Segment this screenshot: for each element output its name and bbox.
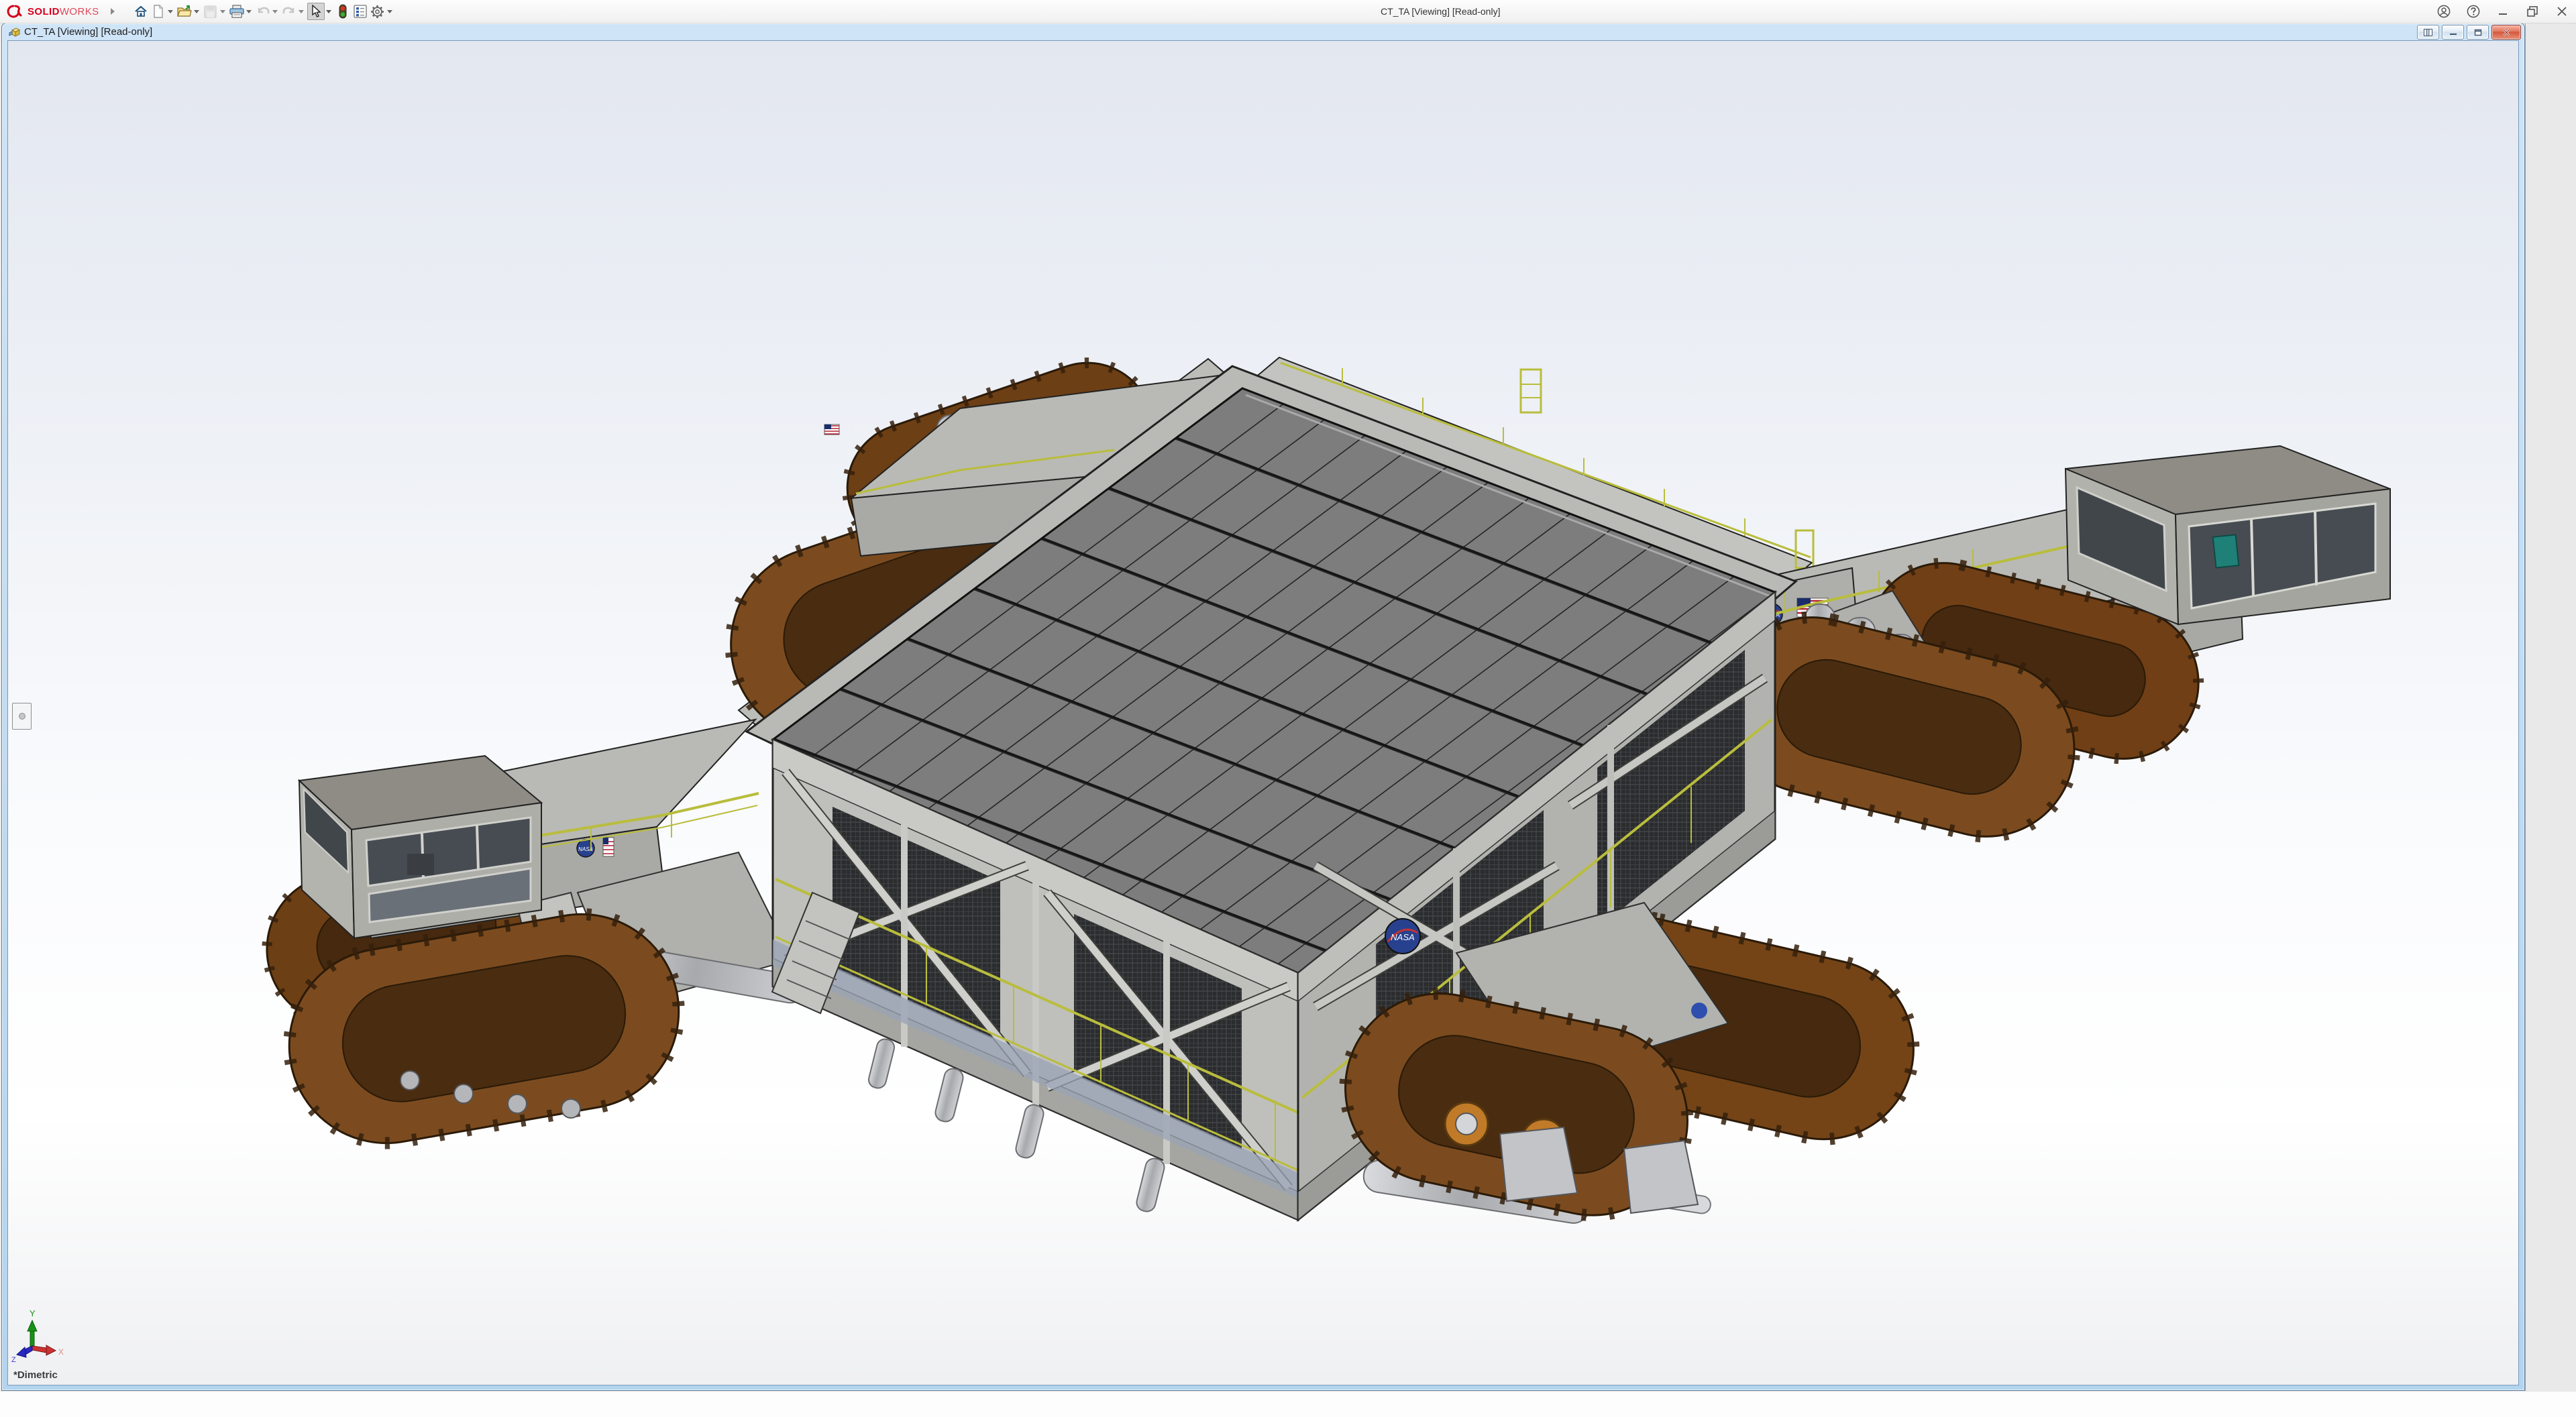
splitter-dot-icon (18, 713, 25, 720)
document-window: CT_TA [Viewing] [Read-only] NASA NASA Y … (1, 23, 2525, 1391)
3ds-logo-icon (7, 5, 22, 18)
featuremanager-splitter-handle[interactable] (12, 703, 32, 730)
document-titlebar[interactable]: CT_TA [Viewing] [Read-only] (2, 23, 2524, 40)
nasa-logo-decal-west: NASA (576, 839, 595, 858)
doc-minimize-icon[interactable] (2442, 25, 2464, 40)
app-titlebar: SOLID WORKS CT_TA [Viewing] [Read-only] (0, 0, 2576, 23)
redo-icon[interactable] (281, 3, 297, 19)
status-bar (0, 1391, 2576, 1417)
minimize-icon[interactable] (2496, 4, 2510, 19)
select-tool-icon[interactable] (307, 3, 325, 20)
document-title: CT_TA [Viewing] [Read-only] (24, 26, 153, 38)
document-window-controls (2417, 25, 2521, 40)
main-toolbar (133, 3, 394, 20)
app-window-controls (2436, 0, 2569, 23)
svg-text:NASA: NASA (1391, 932, 1414, 942)
doc-close-icon[interactable] (2491, 25, 2521, 40)
options-gear-icon[interactable] (370, 3, 386, 19)
nasa-logo-decal-south: NASA (1385, 918, 1421, 954)
close-icon[interactable] (2555, 4, 2569, 19)
brand-text-works: WORKS (59, 5, 99, 17)
file-properties-icon[interactable] (352, 3, 368, 19)
options-dropdown-caret-icon[interactable] (386, 9, 392, 13)
triad-x-label: X (58, 1347, 64, 1357)
doc-restore-icon[interactable] (2467, 25, 2489, 40)
open-icon[interactable] (176, 3, 193, 19)
crawler-transporter-model[interactable]: NASA NASA Y X Z (8, 41, 2518, 1385)
solidworks-logo: SOLID WORKS (7, 4, 99, 19)
print-dropdown-caret-icon[interactable] (246, 9, 252, 13)
triad-z-label: Z (11, 1356, 16, 1364)
save-icon[interactable] (203, 3, 219, 19)
new-dropdown-caret-icon[interactable] (167, 9, 173, 13)
account-icon[interactable] (2436, 4, 2451, 19)
orientation-triad: Y X Z (11, 1308, 64, 1364)
redo-dropdown-caret-icon[interactable] (298, 9, 304, 13)
undo-dropdown-caret-icon[interactable] (272, 9, 278, 13)
design-checker-icon[interactable] (335, 3, 351, 19)
home-icon[interactable] (133, 3, 149, 19)
control-cab-left[interactable] (297, 754, 543, 940)
view-orientation-label: *Dimetric (13, 1369, 58, 1381)
undo-icon[interactable] (255, 3, 271, 19)
control-cab-right[interactable] (2064, 445, 2391, 626)
select-dropdown-caret-icon[interactable] (325, 9, 331, 13)
app-window-title: CT_TA [Viewing] [Read-only] (1381, 6, 1501, 17)
graphics-viewport[interactable]: NASA NASA Y X Z *Dimetric (7, 40, 2519, 1385)
task-pane-collapsed[interactable] (2525, 23, 2576, 1391)
triad-y-label: Y (30, 1308, 36, 1318)
restore-icon[interactable] (2525, 4, 2540, 19)
save-dropdown-caret-icon[interactable] (219, 9, 225, 13)
help-icon[interactable] (2466, 4, 2481, 19)
featuremanager-toggle-icon[interactable] (2417, 25, 2439, 40)
us-flag-decal-north (824, 424, 840, 435)
open-dropdown-caret-icon[interactable] (193, 9, 199, 13)
us-flag-decal-west (602, 837, 614, 857)
print-icon[interactable] (229, 3, 245, 19)
menu-expand-arrow-icon[interactable] (110, 7, 115, 15)
assembly-icon (9, 27, 20, 37)
new-document-icon[interactable] (150, 3, 166, 19)
brand-text-solid: SOLID (28, 5, 60, 17)
